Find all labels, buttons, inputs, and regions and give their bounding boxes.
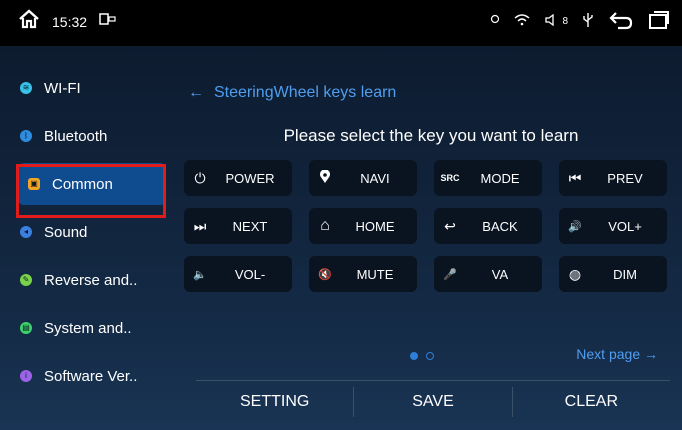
- key-dim[interactable]: ◍ DIM: [559, 256, 667, 292]
- location-icon: [490, 14, 500, 29]
- key-label: BACK: [482, 218, 518, 234]
- power-icon: ⏻: [194, 169, 206, 186]
- key-label: POWER: [225, 170, 275, 186]
- back-icon[interactable]: [608, 10, 634, 33]
- sidebar-item-label: WI-FI: [44, 79, 81, 97]
- key-power[interactable]: ⏻ POWER: [184, 160, 292, 196]
- sidebar-item-wifi[interactable]: ≋ WI-FI: [10, 64, 180, 112]
- mute-icon: 🔇: [318, 268, 332, 281]
- previous-track-icon: ⏮: [568, 169, 582, 186]
- system-icon: ▤: [20, 322, 32, 334]
- sidebar-item-system[interactable]: ▤ System and..: [10, 304, 180, 352]
- sidebar-item-common[interactable]: ▣ Common: [18, 163, 166, 205]
- status-right: 8: [490, 10, 670, 33]
- page-title-row: ← SteeringWheel keys learn: [188, 84, 396, 102]
- key-label: MUTE: [356, 266, 394, 282]
- save-button[interactable]: SAVE: [354, 381, 511, 423]
- key-label: NEXT: [232, 218, 268, 234]
- dim-icon: ◍: [568, 265, 582, 282]
- back-icon: ↩: [444, 217, 456, 234]
- screen: 15:32 8 ≋ WI-FI ᛒ Bluetooth ▣ Common ◂ S…: [0, 0, 682, 430]
- key-prev[interactable]: ⏮ PREV: [559, 160, 667, 196]
- key-label: PREV: [607, 170, 643, 186]
- sidebar: ≋ WI-FI ᛒ Bluetooth ▣ Common ◂ Sound ✎ R…: [10, 64, 180, 400]
- common-settings-icon: ▣: [28, 178, 40, 190]
- usb-connection-icon: [582, 12, 594, 31]
- key-label: DIM: [613, 266, 637, 282]
- page-indicator: [410, 352, 434, 360]
- key-label: HOME: [355, 218, 395, 234]
- sidebar-item-label: Bluetooth: [44, 127, 108, 145]
- next-page-label: Next page: [576, 346, 641, 362]
- page-title: SteeringWheel keys learn: [214, 84, 397, 101]
- sidebar-item-label: Reverse and..: [44, 271, 138, 289]
- bottom-action-bar: SETTING SAVE CLEAR: [196, 380, 670, 423]
- home-icon: ⌂: [320, 217, 330, 234]
- key-vol-down[interactable]: 🔈 VOL-: [184, 256, 292, 292]
- key-label: MODE: [480, 170, 520, 186]
- volume-level: 8: [562, 16, 568, 27]
- key-back[interactable]: ↩ BACK: [434, 208, 542, 244]
- sidebar-item-label: Sound: [44, 223, 88, 241]
- recent-apps-icon[interactable]: [648, 10, 670, 33]
- key-mode[interactable]: SRC MODE: [434, 160, 542, 196]
- next-track-icon: ⏭: [193, 217, 207, 234]
- page-dot-active: [410, 352, 418, 360]
- sidebar-item-sound[interactable]: ◂ Sound: [10, 208, 180, 256]
- clear-button[interactable]: CLEAR: [513, 381, 670, 423]
- sound-icon: ◂: [20, 226, 32, 238]
- key-label: VA: [491, 266, 509, 282]
- key-mute[interactable]: 🔇 MUTE: [309, 256, 417, 292]
- key-vol-up[interactable]: 🔊 VOL+: [559, 208, 667, 244]
- sidebar-item-label: System and..: [44, 319, 132, 337]
- key-navi[interactable]: NAVI: [309, 160, 417, 196]
- microphone-icon: 🎤: [443, 268, 457, 281]
- steering-wheel-learn-panel: ← SteeringWheel keys learn Please select…: [180, 46, 682, 430]
- arrow-right-icon: →: [644, 346, 658, 362]
- speaker-icon: [544, 13, 558, 30]
- key-next[interactable]: ⏭ NEXT: [184, 208, 292, 244]
- next-page-link[interactable]: Next page →: [576, 346, 658, 362]
- status-bar: 15:32 8: [0, 0, 682, 46]
- setting-button[interactable]: SETTING: [196, 381, 353, 423]
- source-icon: SRC: [440, 173, 460, 183]
- wifi-icon: ≋: [20, 82, 32, 94]
- location-pin-icon: [309, 168, 341, 187]
- wifi-icon: [514, 14, 530, 29]
- clock-time: 15:32: [52, 13, 88, 30]
- volume-up-icon: 🔊: [568, 220, 582, 233]
- settings-panel: ≋ WI-FI ᛒ Bluetooth ▣ Common ◂ Sound ✎ R…: [0, 46, 682, 430]
- key-label: NAVI: [360, 170, 390, 186]
- back-arrow-icon[interactable]: ←: [188, 84, 204, 102]
- key-label: VOL-: [234, 266, 266, 282]
- key-home[interactable]: ⌂ HOME: [309, 208, 417, 244]
- usb-icon: [99, 12, 117, 31]
- key-va[interactable]: 🎤 VA: [434, 256, 542, 292]
- sidebar-item-software-version[interactable]: i Software Ver..: [10, 352, 180, 400]
- home-icon[interactable]: [18, 9, 40, 34]
- volume-down-icon: 🔈: [193, 268, 207, 281]
- info-icon: i: [20, 370, 32, 382]
- sidebar-item-reverse[interactable]: ✎ Reverse and..: [10, 256, 180, 304]
- bluetooth-icon: ᛒ: [20, 130, 32, 142]
- reverse-icon: ✎: [20, 274, 32, 286]
- sidebar-item-label: Software Ver..: [44, 367, 138, 385]
- page-dot: [426, 352, 434, 360]
- key-label: VOL+: [608, 218, 642, 234]
- sidebar-item-bluetooth[interactable]: ᛒ Bluetooth: [10, 112, 180, 160]
- instruction-text: Please select the key you want to learn: [283, 126, 579, 145]
- sidebar-item-label: Common: [52, 175, 113, 193]
- status-left: 15:32: [18, 9, 117, 34]
